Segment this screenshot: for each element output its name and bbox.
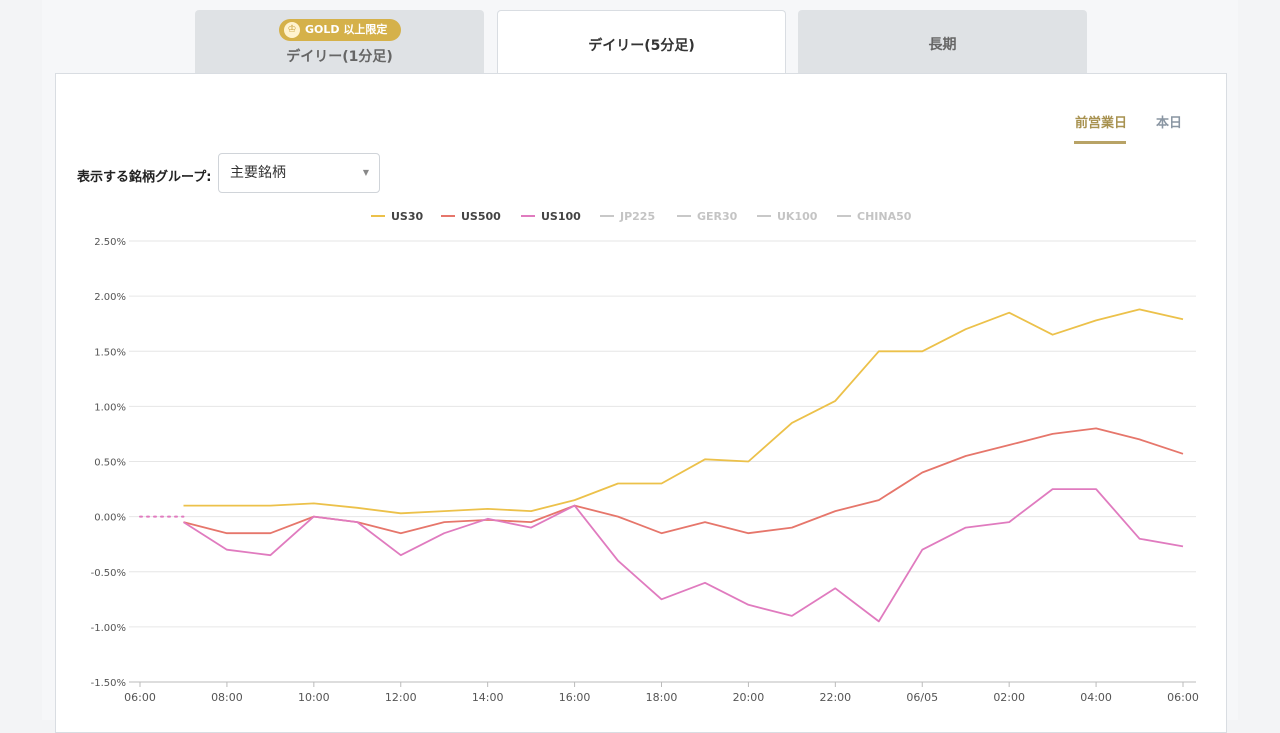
legend-item-jp225[interactable]: JP225 xyxy=(619,210,655,223)
x-tick-label: 10:00 xyxy=(298,691,330,704)
y-tick-label: 1.00% xyxy=(94,402,126,413)
x-tick-label: 02:00 xyxy=(993,691,1025,704)
x-tick-label: 08:00 xyxy=(211,691,243,704)
y-tick-label: 0.50% xyxy=(94,458,126,469)
y-tick-label: 1.50% xyxy=(94,347,126,358)
x-tick-label: 12:00 xyxy=(385,691,417,704)
series-line-us100 xyxy=(183,488,1184,623)
x-tick-label: 16:00 xyxy=(559,691,591,704)
y-tick-label: 2.50% xyxy=(94,237,126,248)
legend-item-us100[interactable]: US100 xyxy=(541,210,581,223)
y-tick-label: -0.50% xyxy=(91,568,126,579)
legend-item-us500[interactable]: US500 xyxy=(461,210,501,223)
x-tick-label: 06:00 xyxy=(1167,691,1199,704)
legend-item-uk100[interactable]: UK100 xyxy=(777,210,818,223)
x-tick-label: 22:00 xyxy=(819,691,851,704)
y-tick-label: 2.00% xyxy=(94,292,126,303)
x-tick-label: 20:00 xyxy=(733,691,765,704)
line-chart: US30 US500 US100 JP225 GER30 UK100 CHINA50 2.5… xyxy=(91,210,1199,704)
x-tick-label: 06:00 xyxy=(124,691,156,704)
x-tick-label: 14:00 xyxy=(472,691,504,704)
y-tick-label: -1.50% xyxy=(91,678,126,689)
x-tick-label: 18:00 xyxy=(646,691,678,704)
legend-item-china50[interactable]: CHINA50 xyxy=(857,210,912,223)
x-tick-label: 06/05 xyxy=(906,691,938,704)
y-tick-label: 0.00% xyxy=(94,513,126,524)
legend-item-ger30[interactable]: GER30 xyxy=(697,210,738,223)
x-tick-label: 04:00 xyxy=(1080,691,1112,704)
y-tick-label: -1.00% xyxy=(91,623,126,634)
series-line-us30 xyxy=(183,308,1184,515)
series-line-us500 xyxy=(183,427,1184,535)
legend-item-us30[interactable]: US30 xyxy=(391,210,424,223)
